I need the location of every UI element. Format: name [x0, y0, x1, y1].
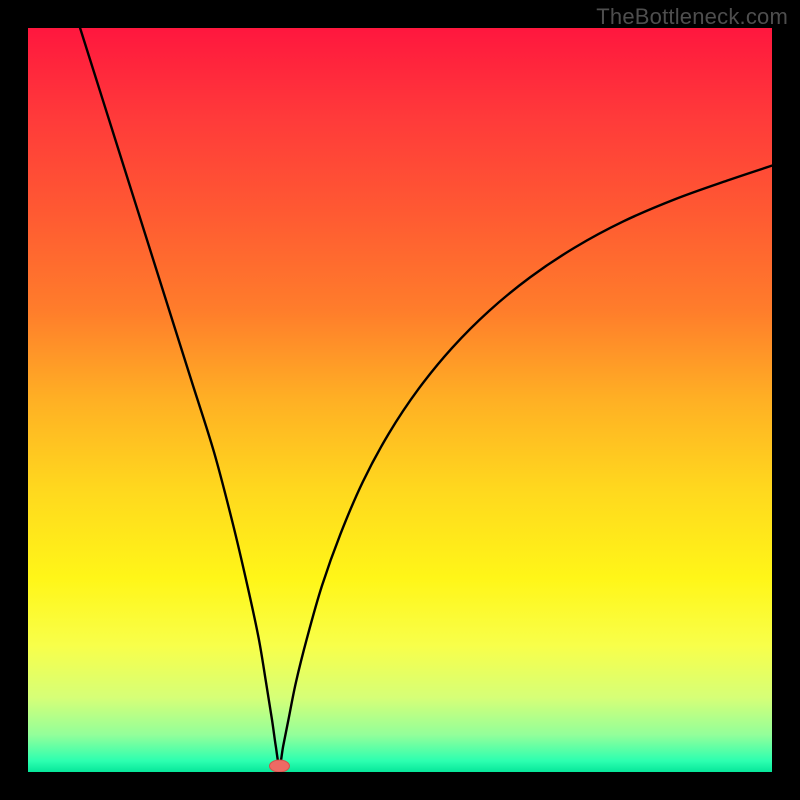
- minimum-marker: [269, 760, 289, 772]
- watermark-text: TheBottleneck.com: [596, 4, 788, 30]
- bottleneck-chart: [28, 28, 772, 772]
- chart-background: [28, 28, 772, 772]
- chart-frame: [28, 28, 772, 772]
